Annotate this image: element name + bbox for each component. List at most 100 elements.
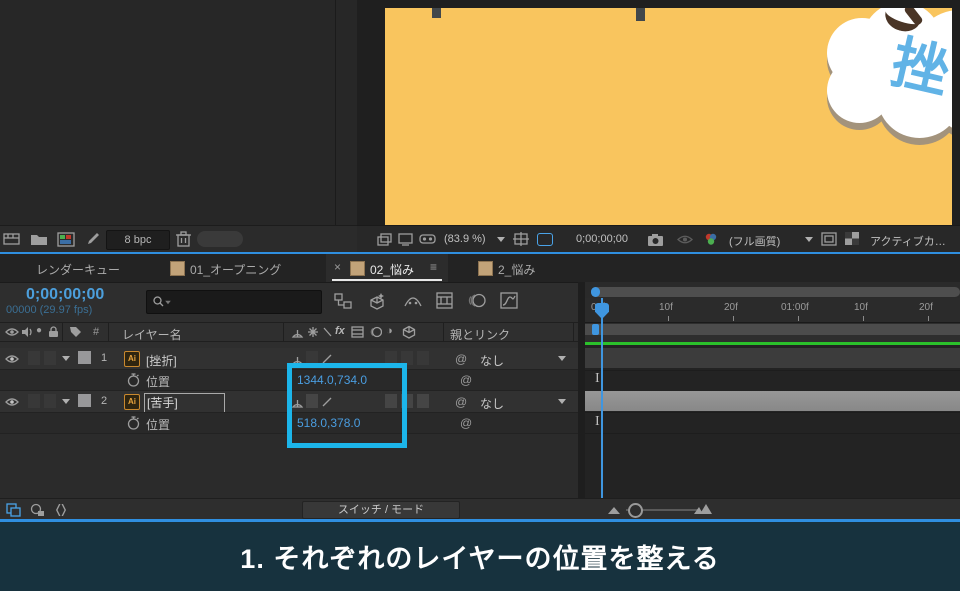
parent-link-column-header[interactable]: 親とリンク [450,326,510,343]
switch-mode-label: スイッチ / モード [337,504,425,516]
tab-menu-icon[interactable]: ≡ [430,260,437,274]
time-navigator[interactable] [591,287,960,297]
expand-layer-switches-icon[interactable] [6,503,21,517]
work-area-bar[interactable] [585,324,960,335]
graph-editor-icon[interactable] [500,292,518,309]
audio-cell[interactable] [28,394,40,408]
footage-icon[interactable] [57,232,75,247]
parent-dropdown-chevron[interactable] [558,399,566,404]
composition-canvas[interactable]: 挫 [385,8,952,225]
zoom-out-mountain-icon[interactable] [608,506,620,514]
time-navigator-start-handle[interactable] [591,287,600,297]
quality-dropdown[interactable]: (フル画質) [729,233,780,249]
tab-label: 02_悩み [370,263,415,277]
color-depth-button[interactable]: 8 bpc [106,230,170,250]
current-timecode[interactable]: 0;00;00;00 [26,286,104,304]
pickwhip-icon[interactable]: @ [460,416,472,430]
show-snapshot-eye-icon[interactable] [677,234,693,245]
parent-pickwhip-icon[interactable]: @ [455,395,467,409]
zoom-in-mountain-icon[interactable] [694,504,712,514]
keyframe-ibeam[interactable]: I [595,415,600,429]
eye-column-icon[interactable] [5,327,19,337]
playhead-line[interactable] [601,298,603,498]
draft-3d-icon[interactable] [368,292,387,310]
tab-01-opening[interactable]: 01_オープニング [190,261,281,278]
expand-inout-panes-icon[interactable] [54,503,68,517]
lock-cell[interactable] [44,351,56,365]
tab-02-nayami[interactable]: × 02_悩み ≡ [326,254,448,282]
render-queue-icon[interactable] [3,232,21,247]
parent-dropdown[interactable]: なし [480,352,504,369]
solo-column-icon[interactable]: ● [36,325,42,336]
shy-layers-icon[interactable] [404,296,422,307]
audio-cell[interactable] [28,351,40,365]
parent-dropdown-chevron[interactable] [558,356,566,361]
layer-search-box[interactable] [146,290,322,314]
switch-cell[interactable] [417,351,429,365]
tab-render-queue[interactable]: レンダーキュー [36,261,120,278]
trash-icon[interactable] [176,231,191,247]
chevron-down-icon[interactable] [805,237,813,242]
search-icon[interactable] [152,295,166,309]
switch-cell[interactable] [417,394,429,408]
stopwatch-icon[interactable] [127,416,140,430]
ruler-tick [863,316,864,321]
layer-expand-chevron[interactable] [62,356,70,361]
layer-index: 2 [101,395,108,407]
stopwatch-icon[interactable] [127,373,140,387]
multi-view-icon[interactable] [377,233,392,246]
pickwhip-icon[interactable]: @ [460,373,472,387]
magnification-dropdown[interactable]: (83.9 %) [444,233,486,245]
region-of-interest-icon[interactable] [821,232,837,246]
expand-transfer-controls-icon[interactable] [30,503,45,517]
ruler-tick-label: 20f [919,302,933,313]
property-name[interactable]: 位置 [146,416,170,433]
active-camera-dropdown[interactable]: アクティブカ… [870,233,946,249]
layer-expand-chevron[interactable] [62,399,70,404]
label-color-swatch[interactable] [78,351,91,364]
mask-visibility-icon[interactable] [537,233,553,246]
channels-icon[interactable] [703,233,719,246]
search-options-chevron[interactable] [165,300,171,305]
label-column-icon[interactable] [69,326,82,338]
number-column-header[interactable]: # [93,326,99,338]
timeline-zoom-knob[interactable] [628,503,643,518]
layer1-duration-bar[interactable] [585,348,960,368]
parent-pickwhip-icon[interactable]: @ [455,352,467,366]
property-name[interactable]: 位置 [146,373,170,390]
caption-text: 1. それぞれのレイヤーの位置を整える [240,544,720,574]
motion-blur-switch-icon [368,326,382,338]
vr-goggles-icon[interactable] [419,233,437,246]
audio-column-icon[interactable] [21,326,33,338]
transparency-grid-icon[interactable] [845,232,859,245]
lock-column-icon[interactable] [48,326,59,338]
mini-flowchart-icon[interactable] [334,293,352,309]
frame-blending-icon[interactable] [436,292,453,309]
grid-guides-icon[interactable] [513,232,530,247]
label-color-swatch[interactable] [78,394,91,407]
time-ruler[interactable]: 00f 10f 20f 01:00f 10f 20f [585,298,960,323]
interpret-footage-icon[interactable] [85,232,100,247]
chevron-down-icon[interactable] [497,237,505,242]
layer-name[interactable]: [挫折] [146,352,177,369]
parent-dropdown[interactable]: なし [480,395,504,412]
motion-blur-icon[interactable] [466,293,486,308]
monitor-icon[interactable] [398,233,413,246]
lock-cell[interactable] [44,394,56,408]
cube-3d-switch-icon [402,325,416,339]
layer-name-column-header[interactable]: レイヤー名 [122,326,182,343]
snapshot-camera-icon[interactable] [647,233,664,246]
viewer-timecode[interactable]: 0;00;00;00 [569,233,635,245]
tab-2-nayami[interactable]: 2_悩み [498,261,535,278]
eye-icon[interactable] [5,354,19,364]
eye-icon[interactable] [5,397,19,407]
folder-icon[interactable] [30,233,48,246]
keyframe-ibeam[interactable]: I [595,372,600,386]
close-icon[interactable]: × [334,260,341,274]
switch-mode-button[interactable]: スイッチ / モード [302,501,460,519]
work-area-start-handle[interactable] [592,324,599,335]
pane-divider[interactable] [578,282,585,498]
layer2-duration-bar-selected[interactable] [585,391,960,411]
frame-blend-switch-icon [351,326,364,338]
layer-name-selected[interactable]: [苦手] [144,393,225,413]
